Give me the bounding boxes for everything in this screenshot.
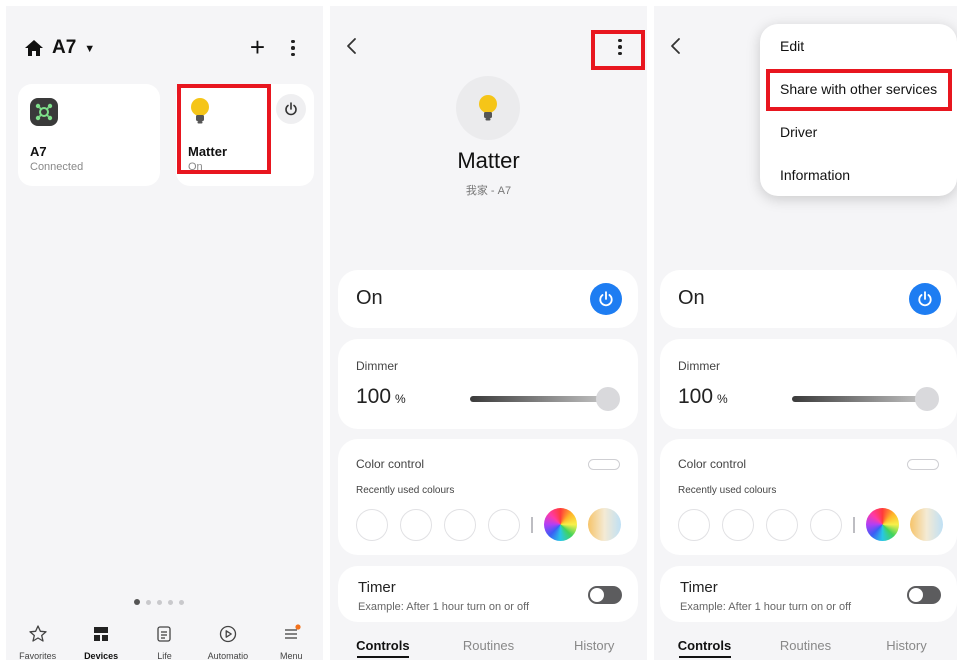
recent-colours-label: Recently used colours bbox=[356, 485, 455, 496]
power-icon bbox=[599, 291, 613, 307]
tab-history[interactable]: History bbox=[541, 638, 647, 660]
timer-toggle[interactable] bbox=[588, 586, 622, 604]
more-options-icon[interactable] bbox=[283, 37, 303, 59]
power-button[interactable] bbox=[909, 283, 941, 315]
devices-icon bbox=[94, 627, 109, 641]
bulb-icon bbox=[479, 95, 497, 121]
power-button[interactable] bbox=[590, 283, 622, 315]
detail-tabs: Controls Routines History bbox=[330, 638, 647, 660]
dimmer-slider-thumb[interactable] bbox=[596, 387, 620, 411]
life-icon bbox=[157, 626, 172, 642]
bottom-navigation: Favorites Devices Life Automatio Menu bbox=[6, 624, 323, 660]
highlight-box bbox=[766, 69, 952, 111]
recent-colour-slot[interactable] bbox=[766, 509, 798, 541]
color-temperature-button[interactable] bbox=[588, 508, 621, 541]
dimmer-slider[interactable] bbox=[792, 396, 929, 402]
recent-colour-slot[interactable] bbox=[356, 509, 388, 541]
recent-colour-slot[interactable] bbox=[678, 509, 710, 541]
color-control-card: Color control Recently used colours bbox=[338, 439, 638, 555]
highlight-box bbox=[591, 30, 645, 70]
recent-colour-slot[interactable] bbox=[400, 509, 432, 541]
power-state-label: On bbox=[356, 287, 383, 309]
add-device-button[interactable]: + bbox=[250, 34, 265, 60]
hub-icon bbox=[30, 98, 58, 126]
dimmer-slider-thumb[interactable] bbox=[915, 387, 939, 411]
device-card-a7[interactable]: A7 Connected bbox=[18, 84, 160, 186]
color-control-toggle[interactable] bbox=[588, 459, 620, 470]
timer-description: Example: After 1 hour turn on or off bbox=[680, 601, 852, 613]
tab-routines[interactable]: Routines bbox=[755, 638, 856, 660]
nav-devices[interactable]: Devices bbox=[71, 624, 131, 660]
back-chevron-icon[interactable] bbox=[344, 36, 360, 56]
color-temperature-button[interactable] bbox=[910, 508, 943, 541]
timer-card: Timer Example: After 1 hour turn on or o… bbox=[338, 566, 638, 622]
recent-colour-slot[interactable] bbox=[444, 509, 476, 541]
color-wheel-button[interactable] bbox=[544, 508, 577, 541]
dimmer-slider[interactable] bbox=[470, 396, 610, 402]
highlight-box bbox=[177, 84, 271, 174]
nav-favorites[interactable]: Favorites bbox=[8, 624, 68, 660]
color-control-card: Color control Recently used colours bbox=[660, 439, 957, 555]
tab-controls[interactable]: Controls bbox=[654, 638, 755, 660]
overflow-menu: Edit Share with other services Driver In… bbox=[760, 24, 957, 196]
divider bbox=[853, 517, 855, 533]
dimmer-value: 100% bbox=[356, 385, 406, 408]
location-selector[interactable]: A7 bbox=[52, 37, 76, 59]
power-icon bbox=[285, 102, 297, 116]
devices-screen: A7 ▼ + A7 Connected Matter On Favorites … bbox=[6, 6, 323, 660]
recent-colour-slot[interactable] bbox=[810, 509, 842, 541]
power-card: On bbox=[660, 270, 957, 328]
star-icon bbox=[29, 625, 47, 642]
recent-colour-slot[interactable] bbox=[488, 509, 520, 541]
device-power-button[interactable] bbox=[276, 94, 306, 124]
menu-item-information[interactable]: Information bbox=[780, 167, 850, 183]
detail-tabs: Controls Routines History bbox=[654, 638, 957, 660]
tab-history[interactable]: History bbox=[856, 638, 957, 660]
power-icon bbox=[918, 291, 932, 307]
power-card: On bbox=[338, 270, 638, 328]
tab-routines[interactable]: Routines bbox=[436, 638, 542, 660]
timer-title: Timer bbox=[680, 579, 718, 596]
timer-description: Example: After 1 hour turn on or off bbox=[358, 601, 530, 613]
divider bbox=[531, 517, 533, 533]
power-state-label: On bbox=[678, 287, 705, 309]
nav-life[interactable]: Life bbox=[134, 624, 194, 660]
home-icon bbox=[25, 40, 43, 56]
nav-automations[interactable]: Automatio bbox=[198, 624, 258, 660]
dimmer-card: Dimmer 100% bbox=[338, 339, 638, 429]
menu-item-edit[interactable]: Edit bbox=[780, 38, 804, 54]
color-control-label: Color control bbox=[678, 457, 747, 471]
timer-toggle[interactable] bbox=[907, 586, 941, 604]
device-title: Matter bbox=[457, 148, 520, 173]
tab-controls[interactable]: Controls bbox=[330, 638, 436, 660]
device-detail-menu-screen: On Dimmer 100% Color control Recently us… bbox=[654, 6, 957, 660]
dimmer-label: Dimmer bbox=[356, 359, 398, 373]
menu-item-driver[interactable]: Driver bbox=[780, 124, 817, 140]
dimmer-card: Dimmer 100% bbox=[660, 339, 957, 429]
caret-down-icon[interactable]: ▼ bbox=[84, 43, 95, 55]
dimmer-value: 100% bbox=[678, 385, 728, 408]
device-detail-screen: Matter 我家 - A7 On Dimmer 100% Color cont… bbox=[330, 6, 647, 660]
timer-card: Timer Example: After 1 hour turn on or o… bbox=[660, 566, 957, 622]
automation-icon bbox=[219, 625, 237, 643]
device-name: A7 bbox=[30, 144, 47, 159]
page-indicator bbox=[134, 599, 184, 605]
device-status: Connected bbox=[30, 161, 84, 173]
color-control-toggle[interactable] bbox=[907, 459, 939, 470]
menu-icon bbox=[285, 624, 301, 639]
recent-colours-label: Recently used colours bbox=[678, 485, 777, 496]
color-wheel-button[interactable] bbox=[866, 508, 899, 541]
timer-title: Timer bbox=[358, 579, 396, 596]
recent-colour-slot[interactable] bbox=[722, 509, 754, 541]
nav-menu[interactable]: Menu bbox=[261, 624, 321, 660]
color-control-label: Color control bbox=[356, 457, 425, 471]
back-chevron-icon[interactable] bbox=[668, 36, 684, 56]
device-location: 我家 - A7 bbox=[465, 185, 512, 197]
device-icon-circle bbox=[456, 76, 520, 140]
devices-header: A7 ▼ + bbox=[24, 34, 309, 62]
dimmer-label: Dimmer bbox=[678, 359, 720, 373]
